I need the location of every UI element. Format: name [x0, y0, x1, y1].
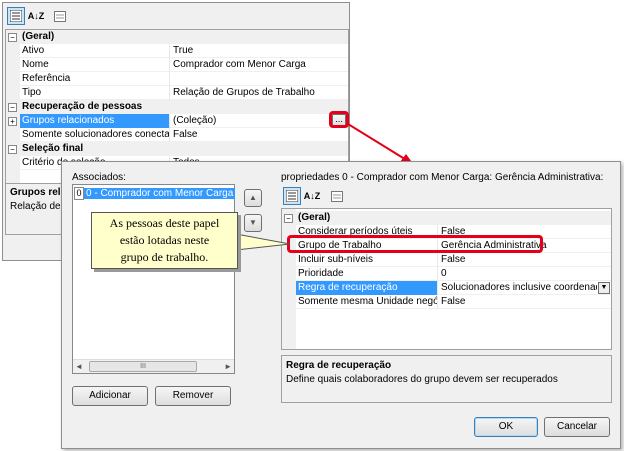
- callout-line: grupo de trabalho.: [120, 250, 209, 264]
- callout-line: estão lotadas neste: [119, 233, 210, 247]
- callout-line: As pessoas deste papel: [109, 216, 220, 230]
- callout-box: As pessoas deste papel estão lotadas nes…: [91, 212, 238, 269]
